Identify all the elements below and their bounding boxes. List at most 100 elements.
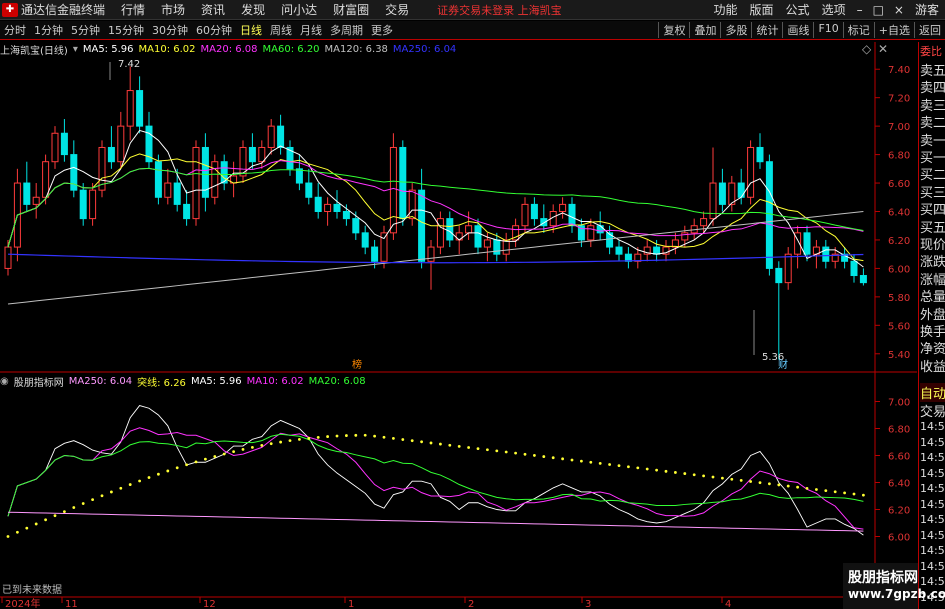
candlestick[interactable] (342, 204, 350, 226)
candlestick[interactable] (201, 133, 209, 212)
tf-multi-period[interactable]: 多周期 (326, 22, 367, 38)
candlestick[interactable] (192, 140, 200, 226)
candlestick[interactable] (662, 239, 670, 262)
event-marker-billboard[interactable]: 榜 (352, 358, 362, 371)
candlestick[interactable] (700, 211, 708, 233)
candlestick[interactable] (352, 211, 360, 240)
candlestick[interactable] (493, 232, 501, 262)
candlestick[interactable] (427, 239, 435, 290)
candlestick[interactable] (671, 232, 679, 255)
kline-chart[interactable]: 7.40 7.20 7.00 6.80 6.60 6.40 6.20 6.00 5.80 5.60… (0, 0, 945, 609)
indicator-label[interactable]: 股朋指标网 (14, 374, 64, 389)
menu-formula[interactable]: 公式 (786, 1, 810, 18)
candlestick[interactable] (681, 225, 689, 248)
tf-monthly[interactable]: 月线 (296, 22, 326, 38)
candlestick[interactable] (145, 111, 153, 169)
tf-60min[interactable]: 60分钟 (192, 22, 236, 38)
candlestick[interactable] (436, 211, 444, 255)
candlestick[interactable] (577, 218, 585, 248)
tool-multi-stock[interactable]: 多股 (720, 22, 751, 38)
menu-wealth-circle[interactable]: 财富圈 (333, 1, 369, 18)
candlestick[interactable] (183, 190, 191, 226)
candlestick[interactable] (324, 197, 332, 226)
tf-more[interactable]: 更多 (367, 22, 397, 38)
minimize-icon[interactable]: – (857, 3, 863, 17)
candlestick[interactable] (794, 225, 802, 269)
collapse-icon[interactable]: ◇ (862, 42, 871, 56)
candlestick[interactable] (211, 154, 219, 205)
candlestick[interactable] (418, 168, 426, 269)
menu-trade[interactable]: 交易 (385, 1, 409, 18)
menu-news[interactable]: 资讯 (201, 1, 225, 18)
tf-intraday[interactable]: 分时 (0, 22, 30, 38)
tool-back[interactable]: 返回 (914, 22, 945, 38)
candlestick[interactable] (286, 140, 294, 176)
candlestick[interactable] (333, 190, 341, 219)
candlestick[interactable] (559, 197, 567, 219)
candlestick[interactable] (634, 247, 642, 269)
menu-layout[interactable]: 版面 (750, 1, 774, 18)
menu-options[interactable]: 选项 (822, 1, 846, 18)
candlestick[interactable] (230, 161, 238, 198)
candlestick[interactable] (850, 254, 858, 283)
tool-statistics[interactable]: 统计 (751, 22, 782, 38)
close-icon[interactable]: × (894, 3, 904, 17)
candlestick[interactable] (23, 161, 31, 212)
candlestick[interactable] (70, 140, 78, 198)
candlestick[interactable] (277, 114, 285, 155)
candlestick[interactable] (173, 168, 181, 212)
candlestick[interactable] (13, 168, 21, 262)
candlestick[interactable] (51, 126, 59, 169)
candlestick[interactable] (455, 225, 463, 255)
candlestick[interactable] (530, 197, 538, 226)
candlestick[interactable] (446, 211, 454, 248)
candlestick[interactable] (239, 140, 247, 184)
tf-weekly[interactable]: 周线 (266, 22, 296, 38)
tool-f10[interactable]: F10 (813, 22, 842, 38)
candlestick[interactable] (380, 225, 388, 269)
candlestick[interactable] (765, 154, 773, 276)
tf-5min[interactable]: 5分钟 (67, 22, 104, 38)
candlestick[interactable] (4, 239, 12, 276)
candlestick[interactable] (314, 183, 322, 219)
candlestick[interactable] (728, 175, 736, 212)
candlestick[interactable] (709, 147, 717, 226)
candlestick[interactable] (42, 154, 50, 205)
candlestick[interactable] (643, 239, 651, 262)
menu-functions[interactable]: 功能 (714, 1, 738, 18)
candlestick[interactable] (822, 239, 830, 269)
candlestick[interactable] (512, 218, 520, 248)
login-warning[interactable]: 证券交易未登录 上海凯宝 (437, 2, 562, 18)
candlestick[interactable] (295, 154, 303, 191)
candlestick[interactable] (399, 140, 407, 226)
tf-daily[interactable]: 日线 (236, 22, 266, 38)
candlestick[interactable] (521, 197, 529, 233)
candlestick[interactable] (136, 76, 144, 134)
candlestick[interactable] (756, 133, 764, 169)
candlestick[interactable] (126, 66, 134, 141)
candlestick[interactable] (747, 140, 755, 205)
candlestick[interactable] (474, 218, 482, 255)
candlestick[interactable] (718, 168, 726, 212)
candlestick[interactable] (389, 133, 397, 240)
candlestick[interactable] (361, 225, 369, 255)
menu-market-quotes[interactable]: 行情 (121, 1, 145, 18)
candlestick[interactable] (841, 247, 849, 269)
candlestick[interactable] (79, 183, 87, 226)
candlestick[interactable] (653, 239, 661, 262)
menu-market[interactable]: 市场 (161, 1, 185, 18)
candlestick[interactable] (248, 133, 256, 169)
side-tab-auto[interactable]: 自动 (920, 383, 945, 402)
candlestick[interactable] (624, 247, 632, 269)
candlestick[interactable] (803, 225, 811, 262)
candlestick[interactable] (483, 232, 491, 262)
candlestick[interactable] (737, 168, 745, 205)
tool-adjust[interactable]: 复权 (658, 22, 689, 38)
tf-30min[interactable]: 30分钟 (148, 22, 192, 38)
candlestick[interactable] (465, 211, 473, 240)
tool-mark[interactable]: 标记 (842, 22, 874, 38)
user-guest[interactable]: 游客 (915, 1, 939, 18)
candlestick[interactable] (784, 247, 792, 290)
candlestick[interactable] (690, 218, 698, 240)
panel-close-icon[interactable]: ✕ (878, 42, 888, 56)
